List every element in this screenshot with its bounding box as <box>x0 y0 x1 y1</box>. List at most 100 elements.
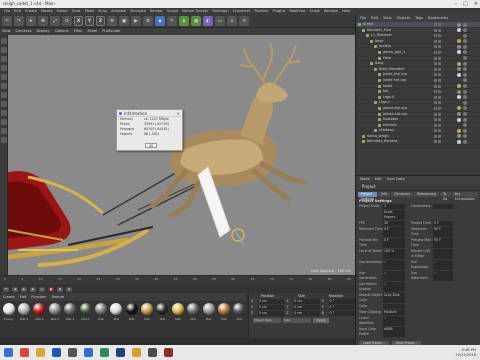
close-icon[interactable]: × <box>474 0 478 8</box>
make-editable-icon[interactable] <box>1 38 7 44</box>
object-visibility-flags[interactable] <box>434 56 441 60</box>
object-menu-edit[interactable]: Edit <box>371 15 378 22</box>
play-icon[interactable]: ▶ <box>21 286 27 292</box>
tweak-mode-icon[interactable] <box>1 110 7 116</box>
object-visibility-flags[interactable] <box>434 67 441 71</box>
material-tag-icon[interactable] <box>457 39 461 44</box>
attribute-value-field[interactable]: 1 <box>383 204 405 209</box>
viewport-menu-panel[interactable]: Panel <box>88 28 98 35</box>
object-visibility-flags[interactable] <box>434 140 441 144</box>
material-swatch[interactable]: Phong <box>2 303 15 331</box>
attribute-value-field[interactable]: 0 F <box>433 221 453 226</box>
minimize-icon[interactable]: – <box>455 0 458 8</box>
material-swatch[interactable]: Mat <box>171 303 184 331</box>
menu-realflow[interactable]: RealFlow <box>289 8 305 15</box>
tab-referencing[interactable]: Referencing <box>413 192 439 197</box>
phong-tag-icon[interactable] <box>463 134 467 139</box>
menu-script[interactable]: Script <box>309 8 319 15</box>
attribute-menu-edit[interactable]: Edit <box>375 176 382 183</box>
coord-rotation-field[interactable]: 0 ° <box>328 299 355 304</box>
points-mode-icon[interactable] <box>1 74 7 80</box>
render-view-icon[interactable]: ▶ <box>131 16 141 26</box>
subdivision-icon[interactable]: ◈ <box>179 16 189 26</box>
attribute-value-field[interactable]: Gray Blue <box>383 293 405 303</box>
material-menu-create[interactable]: Create <box>3 293 15 301</box>
folder-icon[interactable] <box>36 348 45 357</box>
material-swatch[interactable]: Mat <box>202 303 215 331</box>
maximize-icon[interactable]: □ <box>463 0 468 8</box>
material-tag-icon[interactable] <box>457 44 461 49</box>
menu-animate[interactable]: Animate <box>111 8 126 15</box>
material-menu-edit[interactable]: Edit <box>20 293 27 301</box>
material-swatch[interactable]: Mat <box>233 303 246 331</box>
menu-file[interactable]: File <box>4 8 10 15</box>
cinema4d-icon[interactable] <box>52 348 61 357</box>
go-to-start-icon[interactable]: ⏮ <box>3 286 9 292</box>
move-icon[interactable]: ✥ <box>38 16 48 26</box>
photoshop-icon[interactable] <box>116 348 125 357</box>
coord-rotation-field[interactable]: 0 ° <box>328 305 355 310</box>
material-swatch[interactable]: Mat <box>217 303 230 331</box>
document-icon[interactable] <box>164 348 173 357</box>
viewport-menu-view[interactable]: View <box>2 28 11 35</box>
close-icon[interactable]: × <box>177 110 180 117</box>
object-visibility-flags[interactable] <box>434 101 441 105</box>
material-tag-icon[interactable] <box>457 112 461 116</box>
go-to-end-icon[interactable]: ⏭ <box>39 286 45 292</box>
attribute-value-field[interactable]: 0 F <box>383 227 405 237</box>
menu-render[interactable]: Render <box>150 8 163 15</box>
attribute-value-field[interactable]: ✓ <box>433 271 453 281</box>
next-key-icon[interactable]: ▶ <box>30 286 36 292</box>
floor-icon[interactable]: ▭ <box>215 16 225 26</box>
tab-dynamics[interactable]: Dynamics <box>391 192 413 197</box>
phong-tag-icon[interactable] <box>463 33 467 38</box>
phong-tag-icon[interactable] <box>463 67 467 72</box>
phong-tag-icon[interactable] <box>463 106 467 111</box>
material-swatch[interactable]: Mat <box>94 303 107 331</box>
phong-tag-icon[interactable] <box>463 139 467 144</box>
coord-rotation-field[interactable]: 0 ° <box>328 311 355 316</box>
material-tag-icon[interactable] <box>457 22 461 27</box>
menu-plugins[interactable]: Plugins <box>273 8 286 15</box>
phong-tag-icon[interactable] <box>463 78 467 83</box>
timeline-ruler[interactable]: 0 5 10 15 20 25 30 35 40 45 50 55 60 65 70 75 80 85 90 <box>0 275 355 285</box>
pen-icon[interactable]: ✎ <box>167 16 177 26</box>
material-tag-icon[interactable] <box>457 28 461 33</box>
camera-icon[interactable]: ⌂ <box>227 16 237 26</box>
attribute-menu-user-data[interactable]: User Data <box>387 176 405 183</box>
phong-tag-icon[interactable] <box>463 44 467 49</box>
object-visibility-flags[interactable] <box>434 39 441 43</box>
start-icon[interactable] <box>4 348 13 357</box>
coord-size-field[interactable]: 0 cm <box>293 305 320 310</box>
y-axis-icon[interactable]: Y <box>85 16 94 26</box>
object-visibility-flags[interactable] <box>434 95 441 99</box>
attribute-value-field[interactable]: Medium <box>383 310 405 315</box>
attribute-value-field[interactable]: 100 % <box>383 249 405 259</box>
tab-project-settings[interactable]: Project Settings <box>358 192 378 201</box>
material-swatch[interactable]: Mat <box>156 303 169 331</box>
material-swatch[interactable]: Mat.4 <box>33 303 46 331</box>
material-tag-icon[interactable] <box>457 33 461 38</box>
phong-tag-icon[interactable] <box>463 28 467 33</box>
object-visibility-flags[interactable] <box>434 45 441 49</box>
menu-mesh[interactable]: Mesh <box>85 8 94 15</box>
menu-help[interactable]: Help <box>342 8 350 15</box>
material-tag-icon[interactable] <box>457 56 461 61</box>
object-menu-bookmarks[interactable]: Bookmarks <box>428 15 448 22</box>
attribute-value-field[interactable] <box>433 204 453 209</box>
object-menu-tags[interactable]: Tags <box>415 15 423 22</box>
object-visibility-flags[interactable] <box>434 34 441 38</box>
menu-select[interactable]: Select <box>57 8 68 15</box>
material-swatch[interactable]: Mat <box>140 303 154 331</box>
phong-tag-icon[interactable] <box>463 117 467 122</box>
prev-key-icon[interactable]: ◀ <box>12 286 18 292</box>
files-icon[interactable] <box>132 348 141 357</box>
chrome-icon[interactable] <box>20 348 29 357</box>
workplane-icon[interactable] <box>1 65 7 71</box>
axis-mode-icon[interactable] <box>1 101 7 107</box>
phong-tag-icon[interactable] <box>463 123 467 128</box>
object-visibility-flags[interactable] <box>434 78 441 82</box>
attribute-value-field[interactable]: sRGB <box>383 327 405 337</box>
viewport-menu-cameras[interactable]: Cameras <box>16 28 32 35</box>
coord-position-field[interactable]: 0 cm <box>257 311 285 316</box>
